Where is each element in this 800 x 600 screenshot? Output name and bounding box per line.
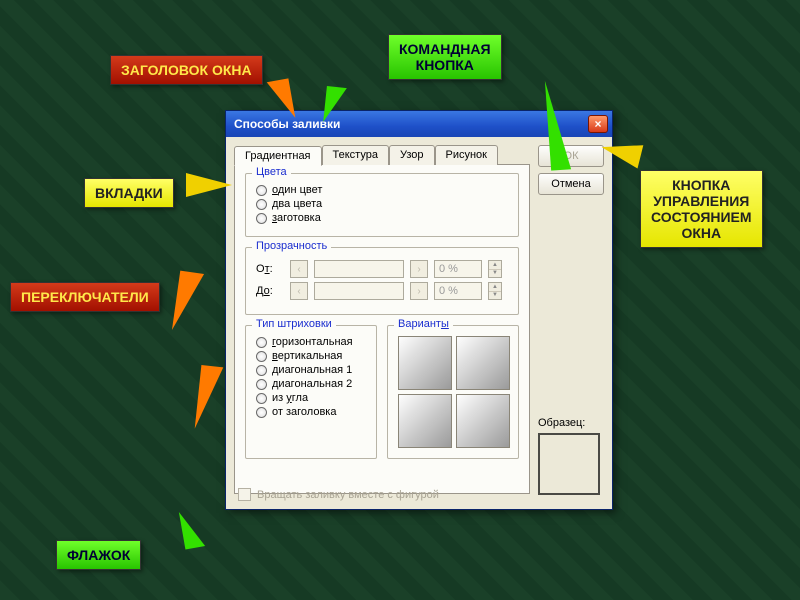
to-spinner[interactable]: ▲▼ bbox=[488, 282, 502, 300]
sample-label: Образец: bbox=[538, 417, 585, 429]
rotate-fill-row: Вращать заливку вместе с фигурой bbox=[238, 488, 439, 501]
from-slider-right[interactable]: › bbox=[410, 260, 428, 278]
callout-window-control: КНОПКА УПРАВЛЕНИЯ СОСТОЯНИЕМ ОКНА bbox=[640, 170, 763, 248]
sample-area: Образец: bbox=[538, 417, 600, 495]
radio-one-color-label[interactable]: один цвет bbox=[272, 184, 322, 196]
from-slider[interactable] bbox=[314, 260, 404, 278]
tab-gradient[interactable]: Градиентная bbox=[234, 146, 322, 166]
radio-diagonal2-label[interactable]: диагональная 2 bbox=[272, 378, 352, 390]
radio-fromcorner[interactable] bbox=[256, 393, 267, 404]
to-slider[interactable] bbox=[314, 282, 404, 300]
callout-tabs: ВКЛАДКИ bbox=[84, 178, 174, 208]
from-spinner[interactable]: ▲▼ bbox=[488, 260, 502, 278]
callout-radios: ПЕРЕКЛЮЧАТЕЛИ bbox=[10, 282, 160, 312]
to-slider-left[interactable]: ‹ bbox=[290, 282, 308, 300]
radio-vertical-label[interactable]: вертикальная bbox=[272, 350, 342, 362]
group-shading-legend: Тип штриховки bbox=[252, 318, 336, 330]
from-label: От: bbox=[256, 263, 284, 275]
radio-horizontal-label[interactable]: горизонтальная bbox=[272, 336, 353, 348]
radio-diagonal1-label[interactable]: диагональная 1 bbox=[272, 364, 352, 376]
variant-2[interactable] bbox=[456, 336, 510, 390]
group-variants-legend: Варианты bbox=[394, 318, 453, 330]
tab-texture[interactable]: Текстура bbox=[322, 145, 389, 165]
group-shading: Тип штриховки горизонтальная вертикальна… bbox=[245, 325, 377, 459]
group-transparency: Прозрачность От: ‹ › 0 % ▲▼ До: ‹ › 0 % … bbox=[245, 247, 519, 315]
sample-preview bbox=[538, 433, 600, 495]
variant-3[interactable] bbox=[398, 394, 452, 448]
group-transparency-legend: Прозрачность bbox=[252, 240, 331, 252]
radio-preset[interactable] bbox=[256, 213, 267, 224]
variant-1[interactable] bbox=[398, 336, 452, 390]
group-colors-legend: Цвета bbox=[252, 166, 291, 178]
tabs-bar: Градиентная Текстура Узор Рисунок bbox=[234, 145, 604, 165]
pointer-arrow bbox=[195, 365, 224, 431]
radio-preset-label[interactable]: заготовка bbox=[272, 212, 321, 224]
tab-panel-gradient: Цвета один цвет два цвета заготовка Проз… bbox=[234, 164, 530, 494]
radio-two-colors-label[interactable]: два цвета bbox=[272, 198, 322, 210]
radio-diagonal2[interactable] bbox=[256, 379, 267, 390]
callout-cmd-button: КОМАНДНАЯ КНОПКА bbox=[388, 34, 502, 80]
pointer-arrow bbox=[179, 509, 205, 550]
cancel-button[interactable]: Отмена bbox=[538, 173, 604, 195]
from-slider-left[interactable]: ‹ bbox=[290, 260, 308, 278]
radio-horizontal[interactable] bbox=[256, 337, 267, 348]
from-value[interactable]: 0 % bbox=[434, 260, 482, 278]
radio-fromcorner-label[interactable]: из угла bbox=[272, 392, 308, 404]
to-label: До: bbox=[256, 285, 284, 297]
tab-picture[interactable]: Рисунок bbox=[435, 145, 499, 165]
group-variants: Варианты bbox=[387, 325, 519, 459]
close-icon: × bbox=[594, 117, 601, 131]
tab-pattern[interactable]: Узор bbox=[389, 145, 435, 165]
radio-diagonal1[interactable] bbox=[256, 365, 267, 376]
group-colors: Цвета один цвет два цвета заготовка bbox=[245, 173, 519, 237]
pointer-arrow bbox=[323, 86, 347, 124]
callout-window-title: ЗАГОЛОВОК ОКНА bbox=[110, 55, 263, 85]
radio-two-colors[interactable] bbox=[256, 199, 267, 210]
pointer-arrow bbox=[186, 173, 232, 197]
radio-fromtitle[interactable] bbox=[256, 407, 267, 418]
rotate-fill-checkbox[interactable] bbox=[238, 488, 251, 501]
pointer-arrow bbox=[172, 271, 204, 334]
dialog-client: Градиентная Текстура Узор Рисунок ОК Отм… bbox=[226, 137, 612, 509]
radio-fromtitle-label[interactable]: от заголовка bbox=[272, 406, 336, 418]
radio-vertical[interactable] bbox=[256, 351, 267, 362]
to-value[interactable]: 0 % bbox=[434, 282, 482, 300]
radio-one-color[interactable] bbox=[256, 185, 267, 196]
to-slider-right[interactable]: › bbox=[410, 282, 428, 300]
close-button[interactable]: × bbox=[588, 115, 608, 133]
rotate-fill-label: Вращать заливку вместе с фигурой bbox=[257, 489, 439, 501]
variant-4[interactable] bbox=[456, 394, 510, 448]
callout-checkbox: ФЛАЖОК bbox=[56, 540, 141, 570]
